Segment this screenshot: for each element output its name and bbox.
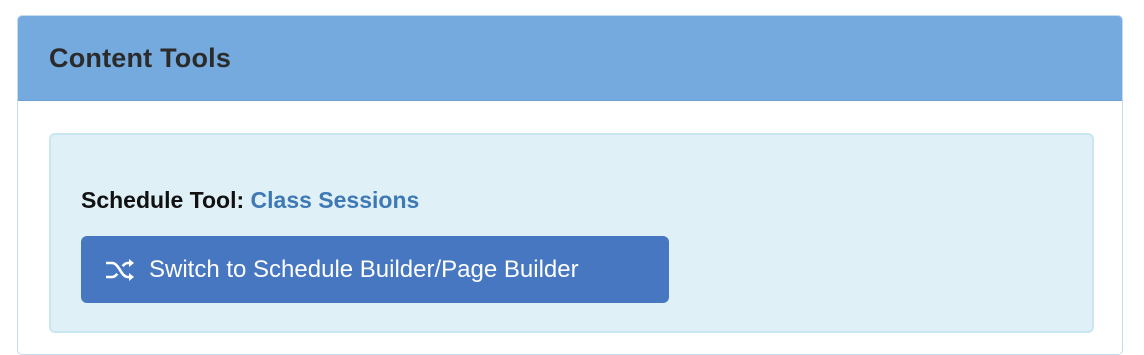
- panel-heading: Content Tools: [18, 16, 1122, 101]
- shuffle-icon: [105, 258, 135, 282]
- schedule-tool-label: Schedule Tool:: [81, 187, 245, 213]
- switch-builder-button[interactable]: Switch to Schedule Builder/Page Builder: [81, 236, 669, 303]
- schedule-tool-line: Schedule Tool: Class Sessions: [81, 187, 419, 214]
- content-tools-panel: Content Tools Schedule Tool: Class Sessi…: [17, 15, 1123, 355]
- panel-title: Content Tools: [49, 42, 232, 73]
- schedule-tool-box: Schedule Tool: Class Sessions Switch to …: [49, 133, 1094, 333]
- class-sessions-link[interactable]: Class Sessions: [251, 187, 420, 213]
- switch-button-label: Switch to Schedule Builder/Page Builder: [149, 255, 579, 283]
